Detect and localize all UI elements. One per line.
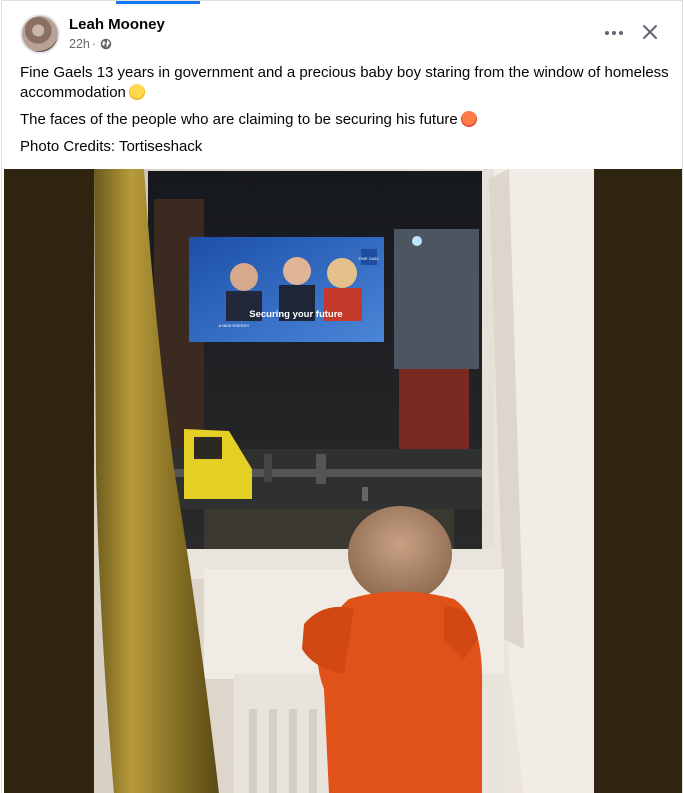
post-time[interactable]: 22h — [69, 37, 90, 51]
globe-icon — [100, 38, 112, 50]
billboard-small-text: A NEW ENERGY — [219, 323, 250, 328]
more-icon[interactable] — [602, 23, 626, 43]
meta-separator: · — [91, 37, 97, 51]
post-paragraph-1: Fine Gaels 13 years in government and a … — [20, 63, 676, 103]
post-paragraph-2: The faces of the people who are claiming… — [20, 110, 676, 130]
crying-face-icon — [128, 84, 145, 100]
close-icon[interactable] — [638, 20, 662, 44]
post-text-2: The faces of the people who are claiming… — [20, 111, 458, 128]
post-text-3: Photo Credits: Tortiseshack — [20, 138, 203, 155]
billboard-logo: FINE GAEL — [359, 256, 381, 261]
billboard-slogan: Securing your future — [249, 309, 342, 320]
post-text-1: Fine Gaels 13 years in government and a … — [20, 64, 669, 101]
post-photo[interactable]: FINE GAEL Securing your future A NEW ENE… — [4, 169, 682, 793]
post-meta: 22h · — [69, 37, 112, 51]
post-header: Leah Mooney 22h · — [2, 1, 682, 61]
facebook-post: Leah Mooney 22h · Fine Gaels 13 years in… — [1, 0, 683, 793]
angry-face-icon — [460, 111, 477, 127]
avatar[interactable] — [20, 14, 60, 54]
post-paragraph-3: Photo Credits: Tortiseshack — [20, 137, 676, 157]
post-body: Fine Gaels 13 years in government and a … — [20, 63, 676, 164]
photo-illustration: FINE GAEL Securing your future A NEW ENE… — [4, 169, 682, 793]
author-name[interactable]: Leah Mooney — [69, 16, 165, 33]
